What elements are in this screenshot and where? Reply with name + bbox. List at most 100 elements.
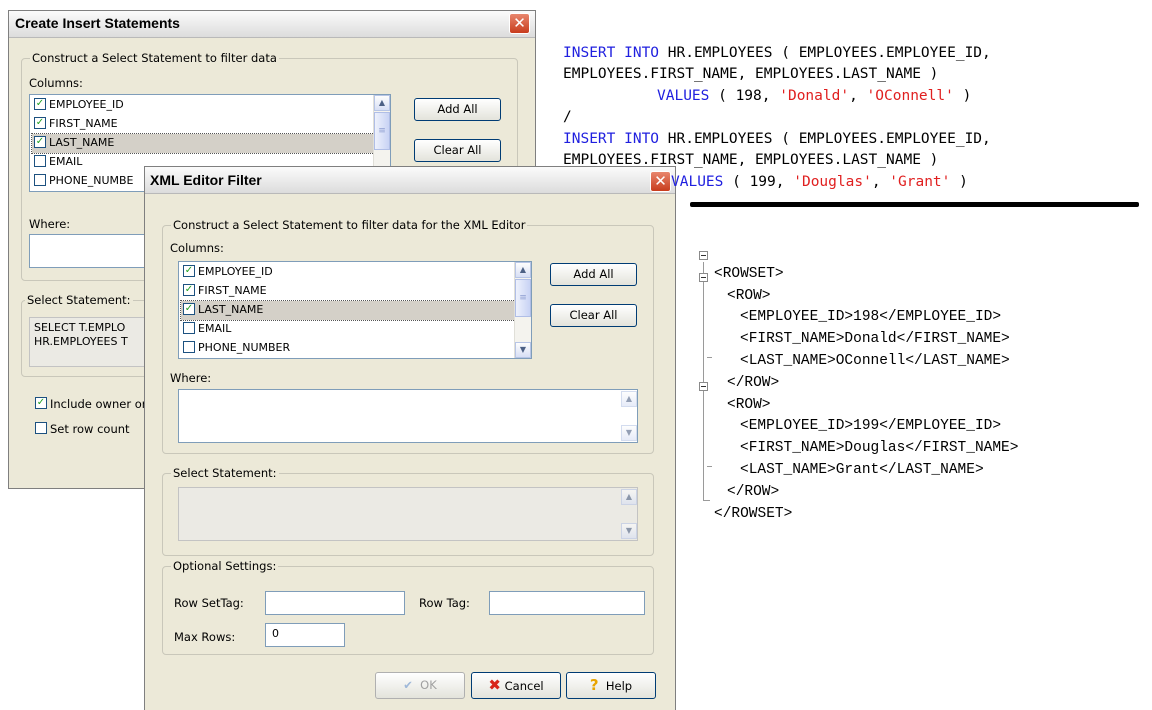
collapse-icon[interactable] — [699, 251, 708, 260]
sql-line: VALUES ( 199, 'Douglas', 'Grant' ) — [671, 173, 968, 190]
cancel-button[interactable]: ✖ Cancel — [471, 672, 561, 699]
checkbox[interactable] — [34, 154, 46, 167]
xml-line: <ROW> — [727, 287, 771, 304]
insert-add-all-button[interactable]: Add All — [414, 98, 501, 121]
list-item[interactable]: ✓ LAST_NAME — [180, 300, 516, 321]
xml-editor-filter-dialog: XML Editor Filter ✕ Construct a Select S… — [144, 166, 676, 710]
xml-select-statement-label: Select Statement: — [171, 466, 279, 480]
tree-guide — [707, 357, 712, 358]
checkbox[interactable]: ✓ — [183, 283, 195, 296]
xml-where-input[interactable]: ▲ ▼ — [178, 389, 638, 443]
section-divider — [690, 202, 1139, 207]
scroll-down-icon[interactable]: ▼ — [515, 342, 531, 358]
checkbox[interactable]: ✓ — [34, 97, 46, 110]
xml-columns-list[interactable]: ✓ EMPLOYEE_ID ✓ FIRST_NAME ✓ LAST_NAME EMAI… — [178, 261, 532, 359]
sql-output: INSERT INTO HR.EMPLOYEES ( EMPLOYEES.EMP… — [563, 21, 991, 215]
columns-scrollbar[interactable]: ▲ ≡ ▼ — [514, 262, 531, 358]
row-tag-label: Row Tag: — [419, 596, 470, 610]
max-rows-label: Max Rows: — [174, 630, 236, 644]
xml-select-statement-box: ▲ ▼ — [178, 487, 638, 541]
list-item[interactable]: ✓ FIRST_NAME — [181, 282, 515, 301]
scroll-thumb[interactable]: ≡ — [515, 279, 531, 317]
insert-where-label: Where: — [29, 217, 71, 231]
sql-line: INSERT INTO HR.EMPLOYEES ( EMPLOYEES.EMP… — [563, 130, 991, 147]
xml-line: <EMPLOYEE_ID>199</EMPLOYEE_ID> — [740, 418, 1002, 435]
select-statement-scrollbar[interactable]: ▲ ▼ — [621, 488, 637, 540]
row-set-tag-input[interactable] — [265, 591, 405, 615]
xml-columns-label: Columns: — [170, 241, 224, 255]
insert-select-statement-box: SELECT T.EMPLO HR.EMPLOYEES T — [29, 317, 159, 367]
scroll-down-icon[interactable]: ▼ — [621, 425, 637, 441]
scroll-up-icon[interactable]: ▲ — [515, 262, 531, 278]
set-row-count-option[interactable]: Set row count — [33, 422, 130, 436]
help-icon: ? — [589, 676, 599, 694]
checkbox[interactable]: ✓ — [183, 302, 195, 315]
insert-select-statement-label: Select Statement: — [25, 293, 133, 307]
include-owner-label: Include owner or — [50, 397, 147, 411]
checkbox[interactable]: ✓ — [183, 264, 195, 277]
sql-line: VALUES ( 198, 'Donald', 'OConnell' ) — [657, 87, 972, 104]
scroll-up-icon[interactable]: ▲ — [374, 95, 390, 111]
list-item[interactable]: EMAIL — [181, 320, 515, 339]
scroll-thumb[interactable]: ≡ — [374, 112, 390, 150]
xml-line: </ROWSET> — [714, 505, 793, 522]
checkbox[interactable] — [34, 173, 46, 186]
tree-guide — [703, 500, 710, 501]
xml-where-label: Where: — [170, 371, 212, 385]
sql-line: INSERT INTO HR.EMPLOYEES ( EMPLOYEES.EMP… — [563, 44, 991, 61]
xml-filter-group: Construct a Select Statement to filter d… — [162, 218, 654, 454]
insert-dialog-titlebar[interactable]: Create Insert Statements ✕ — [9, 11, 535, 38]
xml-line: <LAST_NAME>OConnell</LAST_NAME> — [740, 352, 1010, 369]
xml-dialog-title: XML Editor Filter — [150, 172, 262, 188]
set-row-count-label: Set row count — [50, 422, 130, 436]
xml-line: <ROW> — [727, 396, 771, 413]
scroll-down-icon[interactable]: ▼ — [621, 523, 637, 539]
xml-line: </ROW> — [727, 483, 780, 500]
insert-filter-group-label: Construct a Select Statement to filter d… — [30, 51, 279, 65]
max-rows-input[interactable]: 0 — [265, 623, 345, 647]
xml-line: </ROW> — [727, 374, 780, 391]
set-row-count-checkbox[interactable] — [35, 422, 47, 434]
optional-settings-group: Optional Settings: Row SetTag: Row Tag: … — [162, 559, 654, 655]
list-item[interactable]: ✓ LAST_NAME — [31, 133, 375, 154]
sql-separator: / — [563, 109, 572, 125]
help-button[interactable]: ? Help — [566, 672, 656, 699]
xml-line: <ROWSET> — [714, 265, 784, 282]
sql-line: EMPLOYEES.FIRST_NAME, EMPLOYEES.LAST_NAM… — [563, 66, 939, 82]
xml-select-statement-group: Select Statement: ▲ ▼ — [162, 466, 654, 556]
row-tag-input[interactable] — [489, 591, 645, 615]
scroll-up-icon[interactable]: ▲ — [621, 489, 637, 505]
list-item[interactable]: PHONE_NUMBER — [181, 339, 515, 358]
check-icon: ✔ — [403, 678, 413, 692]
xml-line: <FIRST_NAME>Douglas</FIRST_NAME> — [740, 440, 1019, 457]
insert-clear-all-button[interactable]: Clear All — [414, 139, 501, 162]
list-item[interactable]: ✓ EMPLOYEE_ID — [32, 96, 374, 115]
scroll-up-icon[interactable]: ▲ — [621, 391, 637, 407]
xml-filter-group-label: Construct a Select Statement to filter d… — [171, 218, 528, 232]
cancel-x-icon: ✖ — [488, 676, 501, 694]
ok-button[interactable]: ✔ OK — [375, 672, 465, 699]
insert-select-statement-group: Select Statement: SELECT T.EMPLO HR.EMPL… — [21, 293, 161, 377]
insert-columns-label: Columns: — [29, 76, 83, 90]
row-set-tag-label: Row SetTag: — [174, 596, 244, 610]
checkbox[interactable]: ✓ — [34, 135, 46, 148]
include-owner-option[interactable]: ✓ Include owner or — [33, 397, 146, 411]
where-scrollbar[interactable]: ▲ ▼ — [621, 390, 637, 442]
xml-clear-all-button[interactable]: Clear All — [550, 304, 637, 327]
xml-add-all-button[interactable]: Add All — [550, 263, 637, 286]
checkbox[interactable] — [183, 321, 195, 334]
insert-where-input[interactable] — [29, 234, 159, 268]
xml-line: <LAST_NAME>Grant</LAST_NAME> — [740, 461, 984, 478]
collapse-icon[interactable] — [699, 273, 708, 282]
list-item[interactable]: ✓ FIRST_NAME — [32, 115, 374, 134]
tree-guide — [707, 466, 712, 467]
xml-line: <FIRST_NAME>Donald</FIRST_NAME> — [740, 331, 1010, 348]
checkbox[interactable] — [183, 340, 195, 353]
checkbox[interactable]: ✓ — [34, 116, 46, 129]
collapse-icon[interactable] — [699, 382, 708, 391]
optional-settings-label: Optional Settings: — [171, 559, 279, 573]
list-item[interactable]: ✓ EMPLOYEE_ID — [181, 263, 515, 282]
insert-dialog-title: Create Insert Statements — [15, 15, 180, 31]
close-icon[interactable]: ✕ — [509, 13, 530, 34]
include-owner-checkbox[interactable]: ✓ — [35, 397, 47, 409]
